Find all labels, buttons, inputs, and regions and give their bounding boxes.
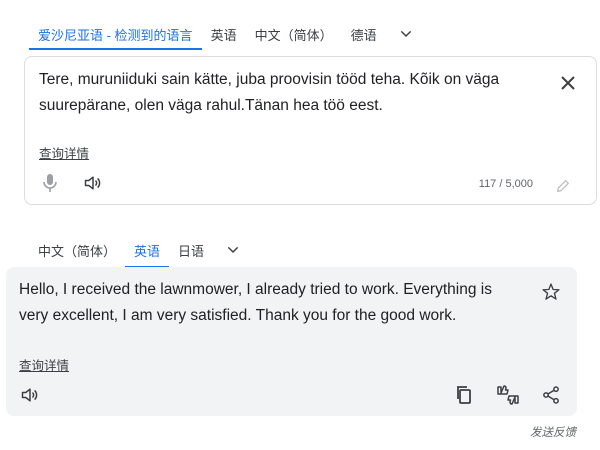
tab-chinese-simplified[interactable]: 中文（简体） [246,18,342,50]
details-link[interactable]: 查询详情 [19,355,69,374]
send-feedback-link[interactable]: 发送反馈 [530,424,576,440]
source-textarea[interactable]: Tere, muruniiduki sain kätte, juba proov… [39,67,544,119]
chevron-down-icon[interactable] [213,232,253,268]
share-icon[interactable] [537,381,565,409]
tab-chinese-simplified[interactable]: 中文（简体） [29,232,125,268]
copy-icon[interactable] [450,381,478,409]
details-link[interactable]: 查询详情 [39,143,89,162]
close-icon[interactable] [556,71,580,95]
target-language-bar: 中文（简体） 英语 日语 [29,232,253,268]
speaker-icon[interactable] [16,381,44,409]
translation-panel: Hello, I received the lawnmower, I alrea… [6,267,577,416]
speaker-icon[interactable] [79,169,107,197]
chevron-down-icon[interactable] [386,18,426,50]
tab-english[interactable]: 英语 [202,18,246,50]
source-text-panel: Tere, muruniiduki sain kätte, juba proov… [24,56,597,205]
tab-german[interactable]: 德语 [342,18,386,50]
tab-english[interactable]: 英语 [125,232,170,268]
source-language-bar: 爱沙尼亚语 - 检测到的语言 英语 中文（简体） 德语 [29,18,426,50]
tab-japanese[interactable]: 日语 [169,232,213,268]
rate-translation-icon[interactable] [494,381,522,409]
character-count: 117 / 5,000 [478,178,533,190]
microphone-icon[interactable] [36,169,64,197]
pencil-icon[interactable] [549,172,577,200]
star-icon[interactable] [537,278,565,306]
tab-estonian-detected[interactable]: 爱沙尼亚语 - 检测到的语言 [29,18,202,50]
translation-text: Hello, I received the lawnmower, I alrea… [19,281,492,324]
